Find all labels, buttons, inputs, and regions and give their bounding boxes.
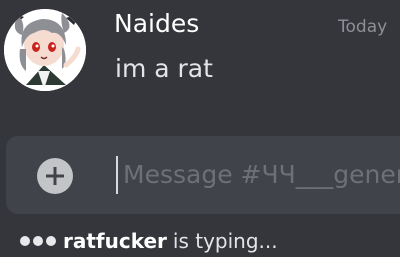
typing-user: ratfucker (63, 229, 167, 253)
attach-button[interactable] (37, 158, 73, 194)
typing-text: is typing... (172, 229, 278, 253)
text-caret (116, 156, 118, 194)
typing-indicator: ratfucker is typing... (20, 226, 278, 256)
message-author[interactable]: Naides (114, 9, 199, 39)
typing-dots-icon (20, 236, 56, 246)
avatar[interactable] (4, 9, 86, 91)
plus-circle-icon (46, 167, 64, 185)
avatar-image (4, 9, 86, 91)
message-timestamp: Today (338, 17, 388, 37)
message-text: im a rat (115, 54, 213, 83)
message-input[interactable] (123, 154, 400, 194)
message-composer (6, 136, 400, 214)
